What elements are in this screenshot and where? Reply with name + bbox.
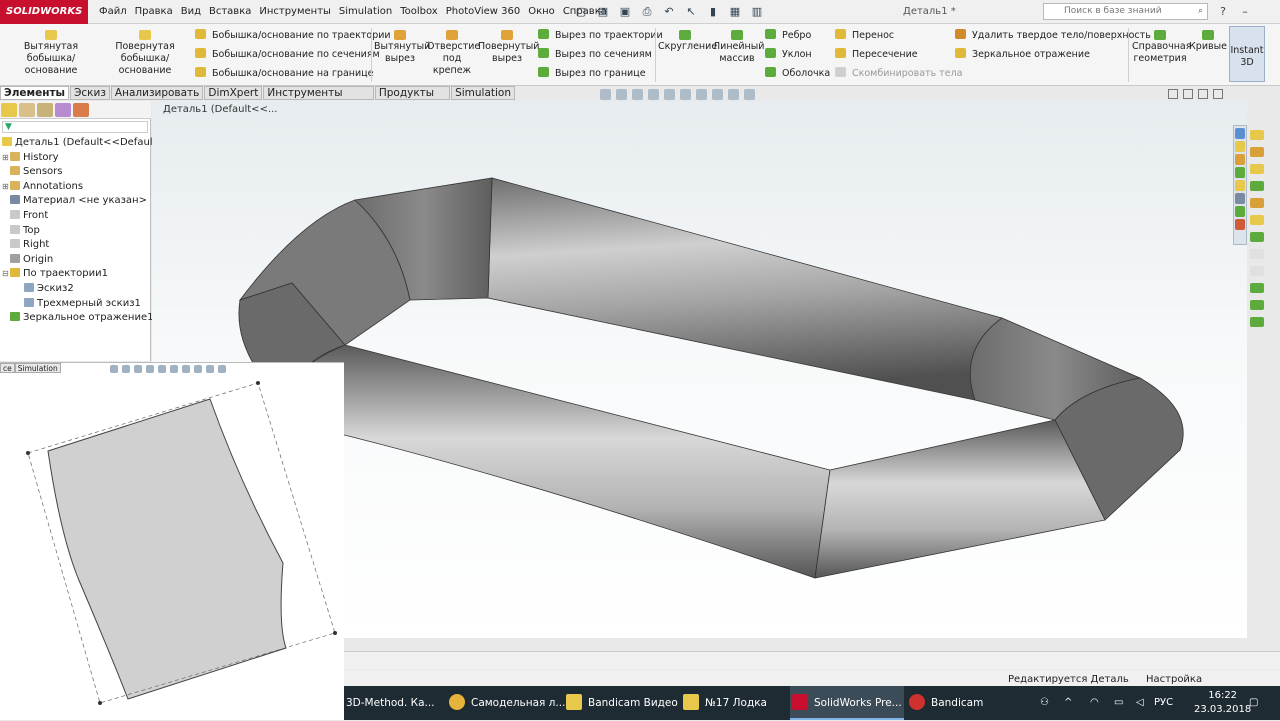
taskbar-item[interactable]: Bandicam [907,686,1007,720]
clock-time: 16:22 [1208,690,1238,701]
taskbar-item-label: 3D-Method. Ка... [346,697,435,709]
taskbar-item[interactable]: №17 Лодка [681,686,787,720]
clock-date: 23.03.2018 [1194,704,1252,715]
notifications-icon[interactable]: ▢ [1249,686,1258,720]
language-indicator[interactable]: РУС [1154,686,1173,720]
taskbar-item[interactable]: 3D-Method. Ка... [344,686,444,720]
taskbar-item-label: Самодельная л... [471,697,566,709]
sketch-point [98,701,102,705]
taskbar-item[interactable]: Bandicam Видео [564,686,678,720]
status-editing: Редактируется Деталь [1008,674,1129,685]
pipe-segment [814,419,1106,579]
clock[interactable]: 16:22 23.03.2018 [1194,689,1251,717]
chrome-icon [449,694,465,710]
status-config[interactable]: Настройка [1146,674,1202,685]
sketch-point [256,381,260,385]
folder-icon [566,694,582,710]
taskbar-item-label: Bandicam Видео [588,697,678,709]
taskbar-item[interactable]: Самодельная л... [447,686,565,720]
taskbar-item-label: №17 Лодка [705,697,767,709]
inset-sketch-drawing [26,381,337,705]
sketch-profile [47,398,287,700]
show-hidden-icons[interactable]: ^ [1064,686,1072,720]
pipe-segment [487,177,1003,401]
people-icon[interactable]: ⚇ [1040,686,1049,720]
volume-icon[interactable]: ◁ [1136,686,1144,720]
sketch-point [26,451,30,455]
windows-taskbar: 3D-Method. Ка... Самодельная л... Bandic… [344,686,1280,720]
taskbar-item-label: SolidWorks Pre... [814,697,902,709]
pipe-segment [281,344,831,579]
battery-icon[interactable]: ▭ [1114,686,1123,720]
sketch-point [333,631,337,635]
solidworks-icon [792,694,808,710]
model-tabs-bar[interactable] [344,651,1280,669]
status-bar [344,670,1280,686]
network-icon[interactable]: ◠ [1090,686,1099,720]
taskbar-item-active[interactable]: SolidWorks Pre... [790,686,904,720]
bandicam-icon [909,694,925,710]
taskbar-item-label: Bandicam [931,697,984,709]
inset-sketch-view: ce Simulation [0,362,344,720]
folder-icon [683,694,699,710]
